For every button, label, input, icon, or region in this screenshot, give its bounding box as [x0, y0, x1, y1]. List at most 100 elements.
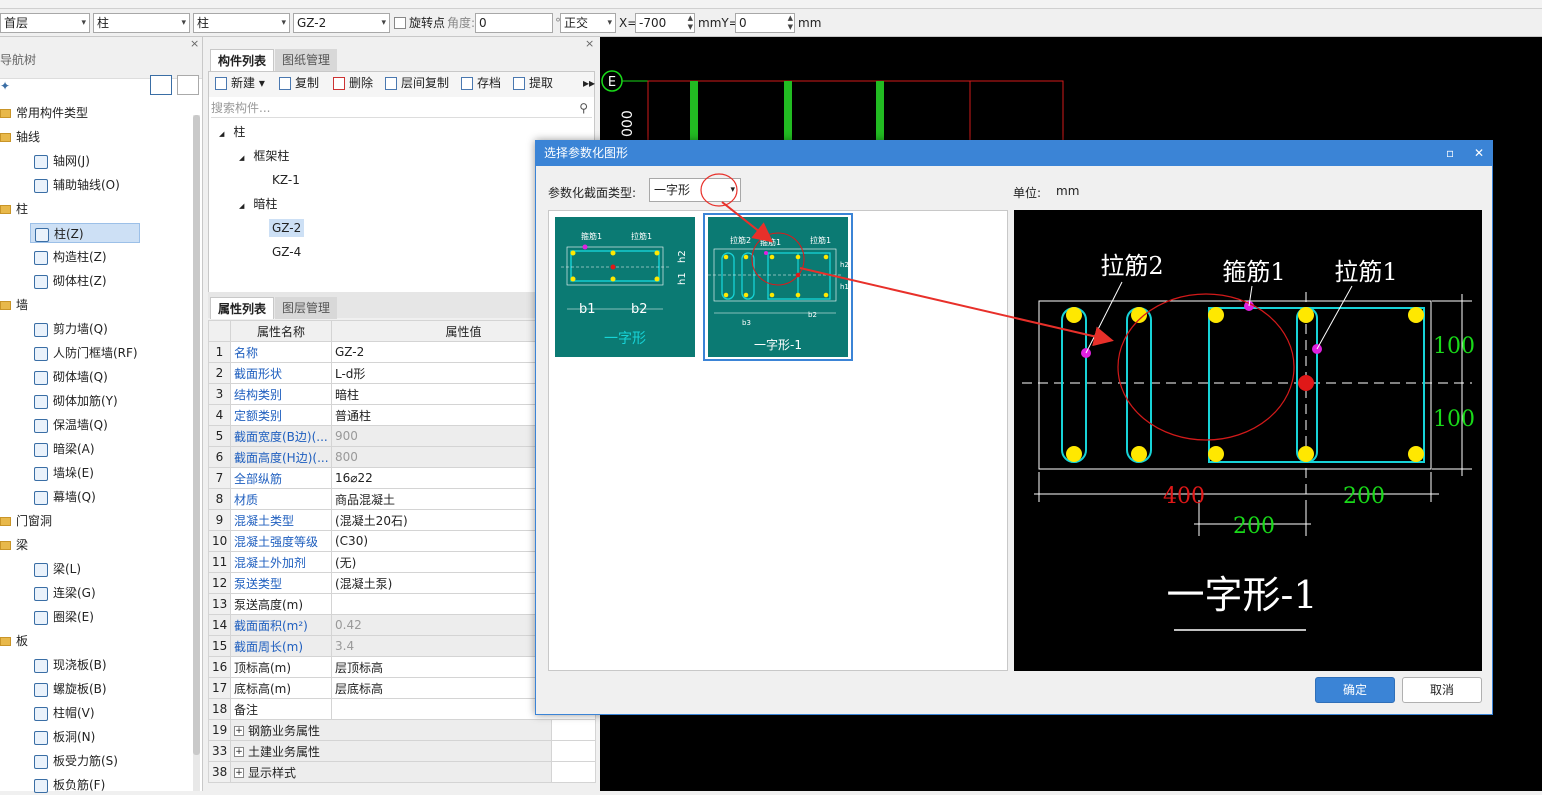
floor-copy-button[interactable]: 层间复制	[385, 72, 449, 94]
tree-view-icon[interactable]	[177, 75, 199, 95]
mode-select[interactable]: 正交 ▾	[560, 13, 616, 33]
list-view-icon[interactable]	[150, 75, 172, 95]
copy-button[interactable]: 复制	[279, 72, 319, 94]
angle-input[interactable]: 0	[475, 13, 553, 33]
add-icon[interactable]: ✦	[0, 79, 10, 93]
tab-component-list[interactable]: 构件列表	[210, 49, 275, 71]
tree-node[interactable]: KZ-1	[269, 170, 303, 190]
tab-layer-management[interactable]: 图层管理	[275, 297, 338, 319]
sidebar-item[interactable]: 墙	[0, 295, 28, 315]
sidebar-item[interactable]: 墙垛(E)	[30, 463, 140, 483]
sidebar-item[interactable]: 砌体加筋(Y)	[30, 391, 140, 411]
y-input[interactable]: 0 ▲ ▼	[735, 13, 795, 33]
sidebar-item[interactable]: 幕墙(Q)	[30, 487, 140, 507]
sidebar-item-label: 梁(L)	[53, 562, 82, 576]
sidebar-item[interactable]: 常用构件类型	[0, 103, 88, 123]
sidebar-item[interactable]: 剪力墙(Q)	[30, 319, 140, 339]
shape-thumb-yizixing[interactable]: 箍筋1 拉筋1 b1 b2 h1 h2 一字形	[555, 217, 695, 357]
sidebar-item[interactable]: 柱(Z)	[30, 223, 140, 243]
expand-icon[interactable]: +	[234, 726, 244, 736]
type-select[interactable]: 柱 ▾	[193, 13, 290, 33]
close-icon[interactable]: ×	[585, 37, 594, 50]
expand-icon[interactable]: ◢	[219, 130, 224, 138]
new-icon	[215, 77, 227, 90]
component-search-input[interactable]: 搜索构件... ⚲	[211, 98, 592, 118]
rotate-checkbox[interactable]	[394, 17, 406, 29]
sidebar-item[interactable]: 人防门框墙(RF)	[30, 343, 140, 363]
extract-button[interactable]: 提取	[513, 72, 553, 94]
expand-icon[interactable]: +	[234, 768, 244, 778]
property-row[interactable]: 33 + 土建业务属性	[208, 740, 597, 762]
sidebar-item[interactable]: 砌体墙(Q)	[30, 367, 140, 387]
thumb-label: 箍筋1	[581, 231, 602, 241]
tree-node[interactable]: ◢ 暗柱	[239, 194, 280, 214]
sidebar-item[interactable]: 构造柱(Z)	[30, 247, 140, 267]
sidebar-item[interactable]: 螺旋板(B)	[30, 679, 140, 699]
delete-button[interactable]: 删除	[333, 72, 373, 94]
floor-select[interactable]: 首层 ▾	[0, 13, 90, 33]
expand-icon[interactable]: ◢	[239, 154, 244, 162]
sidebar-item-label: 轴网(J)	[53, 154, 90, 168]
component-type-icon	[34, 490, 48, 505]
tree-node[interactable]: GZ-4	[269, 242, 304, 262]
row-number: 18	[208, 698, 231, 720]
tree-node[interactable]: ◢ 柱	[219, 122, 248, 142]
property-row[interactable]: 38 + 显示样式	[208, 761, 597, 783]
sidebar-item[interactable]: 砌体柱(Z)	[30, 271, 140, 291]
sidebar-item[interactable]: 辅助轴线(O)	[30, 175, 140, 195]
tie-bar	[1126, 307, 1152, 463]
spin-icon[interactable]: ▲ ▼	[788, 14, 793, 32]
sidebar-item[interactable]: 板受力筋(S)	[30, 751, 140, 771]
section-type-select[interactable]: 一字形 ▾	[649, 178, 741, 202]
category-select[interactable]: 柱 ▾	[93, 13, 190, 33]
sidebar-item[interactable]: 轴线	[0, 127, 40, 147]
new-button[interactable]: 新建 ▾	[215, 72, 265, 94]
tree-node[interactable]: GZ-2	[269, 218, 305, 238]
close-icon[interactable]: ×	[190, 37, 199, 50]
mmy-label: mmY=	[698, 16, 739, 30]
rebar-dot	[823, 292, 829, 298]
row-number: 15	[208, 635, 231, 657]
nav-scrollbar[interactable]	[193, 115, 200, 791]
search-icon[interactable]: ⚲	[579, 98, 588, 118]
sidebar-item[interactable]: 暗梁(A)	[30, 439, 140, 459]
insert-point	[1298, 375, 1314, 391]
component-type-icon	[34, 466, 48, 481]
cancel-button[interactable]: 取消	[1402, 677, 1482, 703]
sidebar-item-label: 板洞(N)	[53, 730, 96, 744]
spin-icon[interactable]: ▲ ▼	[688, 14, 693, 32]
tab-drawing-management[interactable]: 图纸管理	[275, 49, 338, 71]
sidebar-item[interactable]: 板洞(N)	[30, 727, 140, 747]
close-icon[interactable]: ✕	[1474, 141, 1484, 166]
x-input[interactable]: -700 ▲ ▼	[635, 13, 695, 33]
leader-line	[1316, 285, 1353, 350]
sidebar-item[interactable]: 柱	[0, 199, 28, 219]
property-group-label: 显示样式	[248, 765, 297, 780]
property-row[interactable]: 19 + 钢筋业务属性	[208, 719, 597, 741]
component-select[interactable]: GZ-2 ▾	[293, 13, 390, 33]
row-number: 2	[208, 362, 231, 384]
sidebar-item[interactable]: 门窗洞	[0, 511, 52, 531]
sidebar-item[interactable]: 梁	[0, 535, 28, 555]
sidebar-item[interactable]: 柱帽(V)	[30, 703, 140, 723]
save-button[interactable]: 存档	[461, 72, 501, 94]
property-extra-cell	[550, 740, 597, 762]
sidebar-item[interactable]: 轴网(J)	[30, 151, 140, 171]
more-icon[interactable]: ▸▸	[583, 72, 595, 94]
sidebar-item-label: 门窗洞	[16, 514, 53, 528]
sidebar-item[interactable]: 板	[0, 631, 28, 651]
sidebar-item[interactable]: 圈梁(E)	[30, 607, 140, 627]
ok-button[interactable]: 确定	[1315, 677, 1395, 703]
expand-icon[interactable]: ◢	[239, 202, 244, 210]
tree-node[interactable]: ◢ 框架柱	[239, 146, 292, 166]
sidebar-item[interactable]: 板负筋(F)	[30, 775, 140, 795]
maximize-icon[interactable]: ▫	[1446, 141, 1454, 166]
sidebar-item[interactable]: 连梁(G)	[30, 583, 140, 603]
expand-icon[interactable]: +	[234, 747, 244, 757]
shape-thumb-yizixing-1[interactable]: 拉筋2 箍筋1 拉筋1 b3 b2 h1 h2 一字形-1	[708, 217, 849, 357]
sidebar-item[interactable]: 梁(L)	[30, 559, 140, 579]
sidebar-item-label: 暗梁(A)	[53, 442, 95, 456]
tab-property-list[interactable]: 属性列表	[210, 297, 275, 319]
sidebar-item[interactable]: 保温墙(Q)	[30, 415, 140, 435]
sidebar-item[interactable]: 现浇板(B)	[30, 655, 140, 675]
